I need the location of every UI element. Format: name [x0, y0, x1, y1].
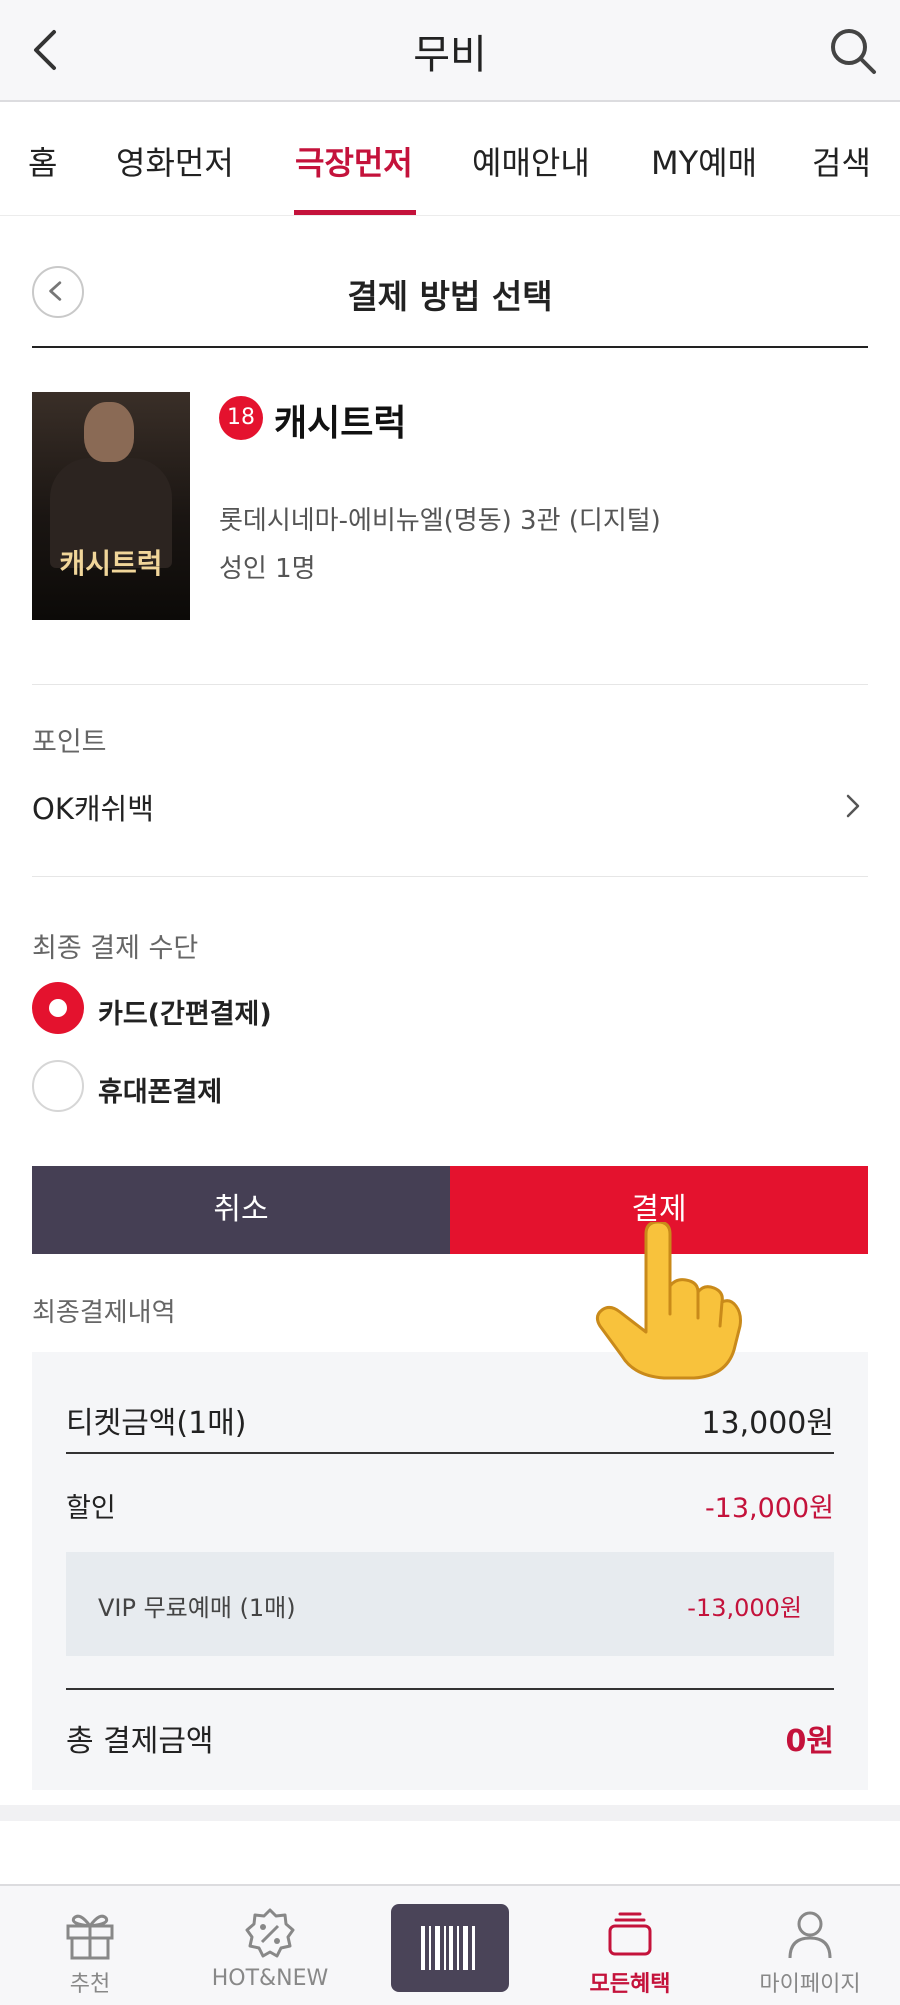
percent-badge-icon [245, 1908, 295, 1958]
ticket-amount-row: 티켓금액(1매) 13,000원 [66, 1398, 834, 1442]
barcode-button[interactable] [391, 1904, 509, 1992]
bottom-navigation: 추천 HOT&NEW 모든혜택 마이페이지 [0, 1884, 900, 2005]
page-title: 무비 [413, 32, 487, 78]
nav-hot-new[interactable]: HOT&NEW [190, 1886, 350, 2005]
payment-option-label: 휴대폰결제 [98, 1077, 223, 1108]
divider [66, 1452, 834, 1454]
tab-home[interactable]: 홈 [28, 138, 57, 184]
tab-movie-first[interactable]: 영화먼저 [116, 138, 234, 184]
section-header: 결제 방법 선택 [32, 262, 868, 348]
wallet-icon [608, 1912, 652, 1956]
movie-theater: 롯데시네마-에비뉴엘(명동) 3관 (디지털) [219, 506, 661, 536]
payment-option-label: 카드(간편결제) [98, 999, 272, 1030]
pointing-hand-icon [595, 1222, 742, 1380]
point-okcashbag-row[interactable]: OK캐쉬백 [32, 786, 868, 836]
movie-poster: 캐시트럭 [32, 392, 190, 620]
movie-title: 캐시트럭 [274, 403, 407, 444]
nav-label: 마이페이지 [759, 1972, 861, 1997]
total-label: 총 결제금액 [66, 1724, 214, 1759]
divider [66, 1688, 834, 1690]
section-spacer [0, 1805, 900, 1821]
divider [32, 684, 868, 685]
vip-discount-label: VIP 무료예매 (1매) [98, 1594, 296, 1622]
tab-my-booking[interactable]: MY예매 [651, 138, 757, 184]
age-rating-badge: 18 [219, 396, 263, 440]
tab-booking-guide[interactable]: 예매안내 [472, 138, 590, 184]
vip-discount-row: VIP 무료예매 (1매) -13,000원 [66, 1552, 834, 1656]
discount-row: 할인 -13,000원 [66, 1486, 834, 1526]
total-row: 총 결제금액 0원 [66, 1716, 834, 1760]
movie-people: 성인 1명 [219, 554, 316, 584]
chevron-right-icon [846, 794, 860, 818]
vip-discount-value: -13,000원 [687, 1594, 802, 1622]
person-icon [788, 1911, 832, 1959]
active-tab-indicator [294, 210, 416, 215]
ticket-amount-value: 13,000원 [701, 1406, 834, 1441]
divider [32, 876, 868, 877]
nav-label: 추천 [69, 1972, 111, 1997]
poster-title: 캐시트럭 [59, 547, 163, 580]
nav-recommend[interactable]: 추천 [10, 1886, 170, 2005]
point-item-label: OK캐쉬백 [32, 792, 154, 826]
radio-selected-icon[interactable] [32, 982, 84, 1034]
total-value: 0원 [785, 1724, 834, 1759]
section-title: 결제 방법 선택 [347, 277, 553, 316]
payment-summary: 티켓금액(1매) 13,000원 할인 -13,000원 VIP 무료예매 (1… [32, 1352, 868, 1790]
cancel-button[interactable]: 취소 [32, 1166, 450, 1254]
nav-my-page[interactable]: 마이페이지 [730, 1886, 890, 2005]
summary-label: 최종결제내역 [32, 1298, 176, 1328]
tab-search[interactable]: 검색 [812, 138, 871, 184]
barcode-icon [421, 1926, 475, 1970]
tab-theater-first[interactable]: 극장먼저 [295, 138, 413, 184]
payment-method-label: 최종 결제 수단 [32, 933, 199, 964]
nav-label: HOT&NEW [211, 1966, 329, 1991]
poster-face [84, 402, 134, 462]
point-label: 포인트 [32, 727, 107, 758]
discount-label: 할인 [66, 1493, 116, 1524]
discount-value: -13,000원 [704, 1493, 834, 1524]
search-icon[interactable] [826, 24, 880, 78]
top-header: 무비 [0, 0, 900, 102]
gift-icon [66, 1914, 114, 1960]
main-tabs: 홈 영화먼저 극장먼저 예매안내 MY예매 검색 [0, 102, 900, 216]
radio-unselected-icon[interactable] [32, 1060, 84, 1112]
nav-all-benefits[interactable]: 모든혜택 [550, 1886, 710, 2005]
ticket-amount-label: 티켓금액(1매) [66, 1406, 247, 1441]
nav-label: 모든혜택 [589, 1972, 671, 1997]
